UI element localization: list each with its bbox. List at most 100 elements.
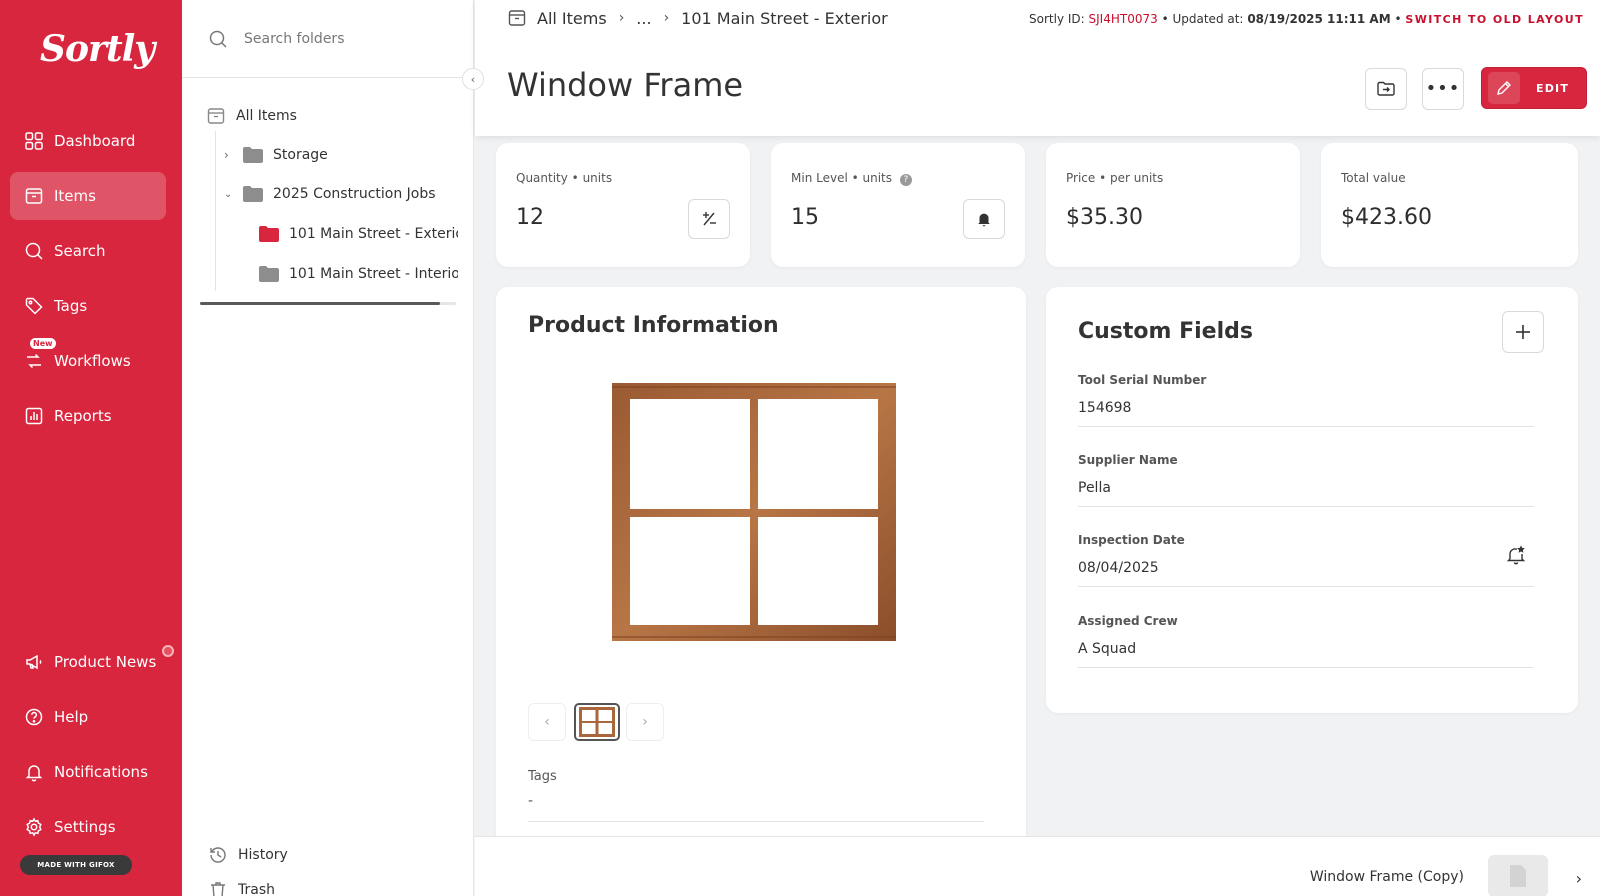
tree-item-101-main-exterior[interactable]: 101 Main Street - Exterior — [258, 222, 458, 246]
nav-item-search[interactable]: Search — [10, 227, 166, 275]
add-custom-field-button[interactable] — [1502, 311, 1544, 353]
workflows-icon — [27, 353, 41, 369]
tag-icon — [25, 297, 43, 315]
nav-item-help[interactable]: Help — [10, 693, 166, 741]
help-icon — [25, 708, 43, 726]
price-value: $35.30 — [1066, 205, 1143, 230]
chevron-right-icon: › — [224, 148, 229, 162]
custom-fields-card: Custom Fields Tool Serial Number 154698 … — [1046, 287, 1578, 713]
field-value: Pella — [1078, 480, 1534, 507]
main-nav: Sortly Dashboard Items Search Tags New W… — [0, 0, 182, 896]
chevron-down-icon: ⌄ — [224, 188, 233, 200]
nav-item-settings[interactable]: Settings — [10, 803, 166, 851]
nav-item-items[interactable]: Items — [10, 172, 166, 220]
folder-move-icon — [1377, 81, 1395, 96]
switch-layout-link[interactable]: SWITCH TO OLD LAYOUT — [1405, 13, 1584, 26]
nav-label: Items — [54, 187, 96, 205]
next-item-name[interactable]: Window Frame (Copy) — [1310, 869, 1464, 885]
previous-image-button[interactable]: ‹ — [528, 703, 566, 741]
nav-item-notifications[interactable]: Notifications — [10, 748, 166, 796]
window-frame-image[interactable] — [612, 383, 896, 641]
history-label: History — [238, 847, 288, 863]
price-label: Price • per units — [1066, 171, 1164, 185]
window-frame-thumbnail-icon — [579, 707, 615, 737]
nav-item-workflows[interactable]: New Workflows — [10, 337, 166, 385]
trash-link[interactable]: Trash — [208, 880, 275, 896]
gifox-watermark: MADE WITH GIFOX — [20, 855, 132, 875]
divider — [528, 821, 984, 822]
nav-label: Tags — [54, 297, 88, 315]
next-item-footer: Window Frame (Copy) › — [475, 836, 1600, 896]
item-header: All Items › ... › 101 Main Street - Exte… — [475, 0, 1600, 136]
nav-item-tags[interactable]: Tags — [10, 282, 166, 330]
tree-label: Storage — [273, 147, 328, 163]
folder-search-bar — [182, 0, 474, 78]
folder-search-input[interactable] — [244, 26, 444, 52]
field-value: 154698 — [1078, 400, 1534, 427]
tree-horizontal-scrollbar[interactable] — [200, 302, 456, 305]
trash-icon — [211, 882, 225, 896]
edit-button[interactable]: EDIT — [1481, 67, 1587, 109]
field-label: Tool Serial Number — [1078, 373, 1207, 387]
news-indicator-dot — [162, 645, 174, 657]
search-icon — [209, 30, 227, 48]
min-level-card: Min Level • units ? 15 — [771, 143, 1025, 267]
chevron-right-icon: › — [663, 10, 670, 26]
breadcrumb-ellipsis[interactable]: ... — [636, 9, 651, 28]
quantity-value: 12 — [516, 205, 544, 230]
sortly-logo[interactable]: Sortly — [40, 28, 155, 70]
sortly-id: SJI4HT0073 — [1088, 12, 1158, 26]
plus-icon — [1516, 325, 1530, 339]
nav-label: Reports — [54, 407, 112, 425]
meta-separator: • — [1161, 12, 1173, 26]
help-icon[interactable]: ? — [899, 174, 912, 186]
field-value: A Squad — [1078, 641, 1534, 668]
tree-guide-line — [215, 131, 216, 291]
nav-item-dashboard[interactable]: Dashboard — [10, 117, 166, 165]
nav-item-reports[interactable]: Reports — [10, 392, 166, 440]
more-options-button[interactable]: ••• — [1422, 68, 1464, 110]
collapse-panel-button[interactable]: ‹ — [462, 68, 484, 90]
folder-panel: ‹ All Items › Storage ⌄ 2025 Constructio… — [182, 0, 484, 896]
folder-icon — [243, 147, 263, 163]
history-link[interactable]: History — [208, 845, 288, 865]
items-icon — [25, 188, 43, 204]
move-to-folder-button[interactable] — [1365, 68, 1407, 110]
folder-icon — [243, 186, 263, 202]
total-value: $423.60 — [1341, 205, 1432, 230]
adjust-quantity-button[interactable] — [688, 199, 730, 239]
nav-label: Help — [54, 708, 89, 726]
next-item-thumbnail[interactable] — [1488, 855, 1548, 896]
breadcrumb-all-items[interactable]: All Items — [537, 9, 607, 28]
chevron-right-icon: › — [618, 10, 625, 26]
tree-item-101-main-interior[interactable]: 101 Main Street - Interior — [258, 262, 458, 286]
tree-item-storage[interactable]: › Storage — [224, 143, 456, 167]
chevron-right-icon[interactable]: › — [1576, 869, 1582, 888]
plus-minus-icon — [703, 212, 716, 226]
search-icon — [25, 242, 43, 260]
custom-fields-title: Custom Fields — [1078, 319, 1253, 344]
next-image-button[interactable]: › — [626, 703, 664, 741]
updated-at: 08/19/2025 11:11 AM — [1247, 12, 1391, 26]
scrollbar-thumb[interactable] — [200, 302, 440, 305]
dashboard-icon — [25, 132, 43, 150]
field-label: Supplier Name — [1078, 453, 1178, 467]
bell-add-reminder-icon[interactable] — [1506, 545, 1526, 569]
updated-label: Updated at: — [1172, 12, 1244, 26]
history-icon — [210, 847, 226, 863]
image-thumbnail[interactable] — [574, 703, 620, 741]
nav-item-product-news[interactable]: Product News — [10, 638, 166, 686]
gear-icon — [26, 817, 42, 837]
min-level-label: Min Level • units ? — [791, 171, 912, 186]
ellipsis-icon: ••• — [1425, 78, 1461, 99]
field-tool-serial-number: Tool Serial Number 154698 — [1078, 373, 1534, 427]
min-level-alert-button[interactable] — [963, 199, 1005, 239]
tree-label: 2025 Construction Jobs — [273, 186, 436, 202]
tree-item-all-items[interactable]: All Items — [206, 104, 456, 128]
nav-label: Workflows — [54, 352, 131, 370]
tree-item-2025-construction-jobs[interactable]: ⌄ 2025 Construction Jobs — [224, 182, 456, 206]
nav-label: Notifications — [54, 763, 148, 781]
quantity-card: Quantity • units 12 — [496, 143, 750, 267]
nav-label: Settings — [54, 818, 116, 836]
breadcrumb-current-folder[interactable]: 101 Main Street - Exterior — [681, 9, 888, 28]
